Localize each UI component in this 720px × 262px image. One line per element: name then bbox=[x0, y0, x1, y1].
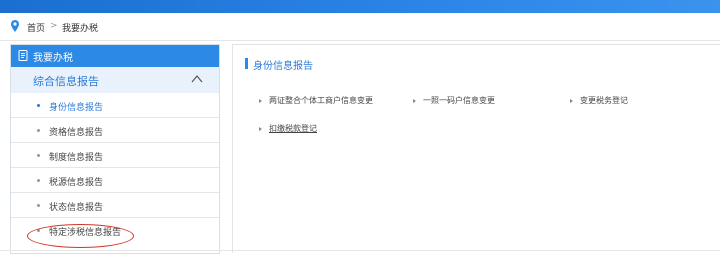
sidebar-item-label: 资格信息报告 bbox=[49, 128, 104, 138]
link-withholding-registration[interactable]: 扣缴税款登记 bbox=[259, 123, 317, 134]
breadcrumb-separator: > bbox=[50, 21, 58, 31]
bullet-icon bbox=[37, 129, 40, 132]
sidebar-item-system-report[interactable]: 制度信息报告 bbox=[11, 143, 219, 168]
link-label: 变更税务登记 bbox=[580, 96, 628, 105]
link-label: 一照一码户信息变更 bbox=[423, 96, 495, 105]
link-unified-code-change[interactable]: 一照一码户信息变更 bbox=[413, 95, 495, 106]
sidebar-item-label: 制度信息报告 bbox=[49, 153, 104, 163]
sidebar-header: 我要办税 bbox=[11, 45, 219, 67]
sidebar-item-label: 状态信息报告 bbox=[49, 203, 104, 213]
top-banner bbox=[0, 0, 720, 13]
highlight-circle bbox=[27, 224, 134, 248]
link-label: 两证整合个体工商户信息变更 bbox=[269, 96, 373, 105]
sidebar-item-tax-source-report[interactable]: 税源信息报告 bbox=[11, 168, 219, 193]
link-business-license-change[interactable]: 两证整合个体工商户信息变更 bbox=[259, 95, 373, 106]
bullet-icon bbox=[37, 104, 40, 107]
triangle-bullet-icon bbox=[570, 98, 573, 103]
sidebar-section-label: 综合信息报告 bbox=[33, 75, 99, 88]
link-tax-registration-change[interactable]: 变更税务登记 bbox=[570, 95, 628, 106]
divider bbox=[0, 250, 720, 251]
triangle-bullet-icon bbox=[413, 98, 416, 103]
sidebar-item-label: 税源信息报告 bbox=[49, 178, 104, 188]
chevron-up-icon[interactable] bbox=[191, 74, 203, 83]
sidebar-section-toggle[interactable]: 综合信息报告 bbox=[11, 67, 219, 94]
bullet-icon bbox=[37, 179, 40, 182]
panel-title: 身份信息报告 bbox=[253, 61, 313, 72]
link-label: 扣缴税款登记 bbox=[269, 124, 317, 133]
triangle-bullet-icon bbox=[259, 126, 262, 131]
bullet-icon bbox=[37, 154, 40, 157]
bullet-icon bbox=[37, 204, 40, 207]
sidebar-item-status-report[interactable]: 状态信息报告 bbox=[11, 193, 219, 218]
breadcrumb-current: 我要办税 bbox=[62, 24, 99, 34]
location-pin-icon bbox=[11, 20, 19, 32]
triangle-bullet-icon bbox=[259, 98, 262, 103]
main-panel: 身份信息报告 两证整合个体工商户信息变更 一照一码户信息变更 变更税务登记 扣缴… bbox=[232, 44, 720, 253]
sidebar: 我要办税 综合信息报告 身份信息报告 资格信息报告 制度信息报告 税源信息报告 … bbox=[10, 44, 220, 254]
sidebar-item-qualification-report[interactable]: 资格信息报告 bbox=[11, 118, 219, 143]
sidebar-item-label: 身份信息报告 bbox=[49, 103, 104, 113]
breadcrumb: 首页 > 我要办税 bbox=[0, 13, 720, 41]
breadcrumb-home-link[interactable]: 首页 bbox=[27, 21, 45, 34]
document-icon bbox=[18, 50, 28, 61]
title-accent-bar bbox=[245, 58, 248, 69]
sidebar-header-label: 我要办税 bbox=[33, 53, 73, 64]
sidebar-item-identity-report[interactable]: 身份信息报告 bbox=[11, 93, 219, 118]
